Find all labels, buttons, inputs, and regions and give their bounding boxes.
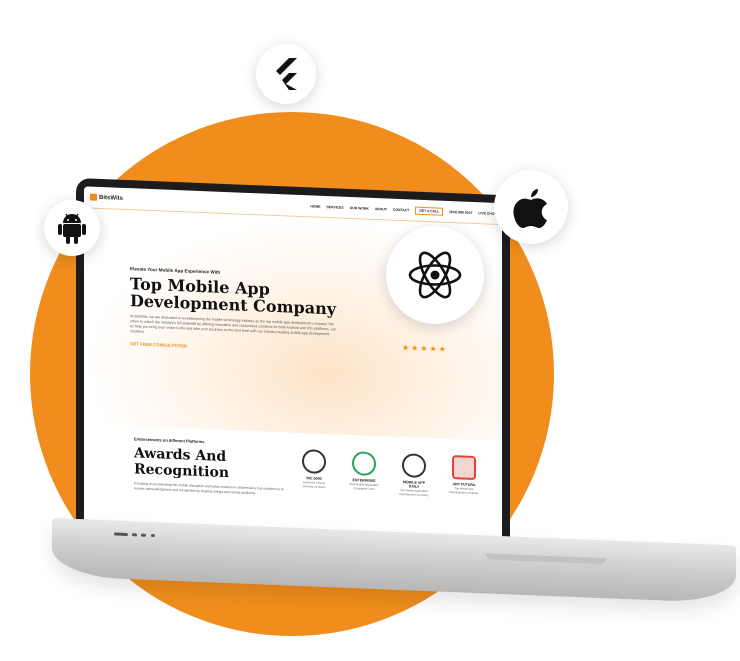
headphone-jack-icon bbox=[151, 533, 155, 538]
free-consultation-link[interactable]: GET FREE CONSULTATION bbox=[130, 341, 190, 349]
awards-description: Focusing on accelerating the mobile disr… bbox=[134, 481, 284, 495]
logo-mark-icon bbox=[90, 193, 97, 201]
site-logo[interactable]: BitsWits bbox=[90, 193, 123, 202]
nav-phone[interactable]: (833) 888 0047 bbox=[449, 209, 472, 214]
mobile-app-daily-badge-icon bbox=[402, 453, 426, 479]
android-icon bbox=[58, 213, 86, 244]
nav-our-work[interactable]: OUR WORK bbox=[350, 205, 369, 210]
hero-description: At BitsWits, we are dedicated to revolut… bbox=[130, 314, 336, 337]
usb-port-icon bbox=[132, 533, 137, 537]
awards-intro: Endorsements on different Platforms Awar… bbox=[134, 436, 284, 496]
flutter-badge bbox=[256, 44, 316, 104]
hero-title: Top Mobile App Development Company bbox=[130, 274, 336, 319]
enterprise-badge-icon bbox=[352, 451, 376, 477]
award-caption: Best Mobile Application Companies 2022 bbox=[349, 481, 379, 491]
award-item: APP FUTURA Top Mobile App Development Co… bbox=[448, 455, 480, 504]
get-a-call-button[interactable]: GET A CALL bbox=[415, 206, 444, 216]
usb-port-icon bbox=[114, 532, 128, 537]
nav-contact[interactable]: CONTACT bbox=[393, 207, 409, 212]
react-badge bbox=[386, 226, 484, 324]
react-icon bbox=[408, 251, 462, 299]
inc-5000-badge-icon bbox=[302, 449, 326, 475]
award-item: ENTERPRISE Best Mobile Application Compa… bbox=[348, 451, 380, 500]
award-item: MOBILE APP DAILY Top Mobile Application … bbox=[398, 453, 430, 502]
trackpad-notch bbox=[486, 553, 606, 565]
awards-list: INC.5000 America's Fastest Growing Compa… bbox=[298, 443, 480, 504]
award-caption: Top Mobile Application Development Compa… bbox=[399, 488, 429, 497]
awards-title: Awards And Recognition bbox=[134, 445, 229, 482]
apple-badge bbox=[494, 170, 568, 244]
award-caption: America's Fastest Growing Company bbox=[302, 480, 326, 489]
android-badge bbox=[44, 200, 100, 256]
rating-stars: ★★★★★ bbox=[402, 343, 448, 354]
nav-home[interactable]: HOME bbox=[310, 204, 320, 208]
nav-services[interactable]: SERVICES bbox=[327, 205, 344, 210]
site-brand-name: BitsWits bbox=[99, 194, 123, 202]
flutter-icon bbox=[276, 58, 297, 90]
apple-icon bbox=[513, 189, 547, 228]
app-futura-badge-icon bbox=[452, 455, 476, 481]
usb-port-icon bbox=[141, 533, 146, 537]
nav-about[interactable]: ABOUT bbox=[375, 207, 387, 211]
site-nav-links: HOME SERVICES OUR WORK ABOUT CONTACT GET… bbox=[310, 202, 496, 217]
award-caption: Top Mobile App Development Company bbox=[449, 486, 479, 495]
award-item: INC.5000 America's Fastest Growing Compa… bbox=[298, 449, 330, 498]
